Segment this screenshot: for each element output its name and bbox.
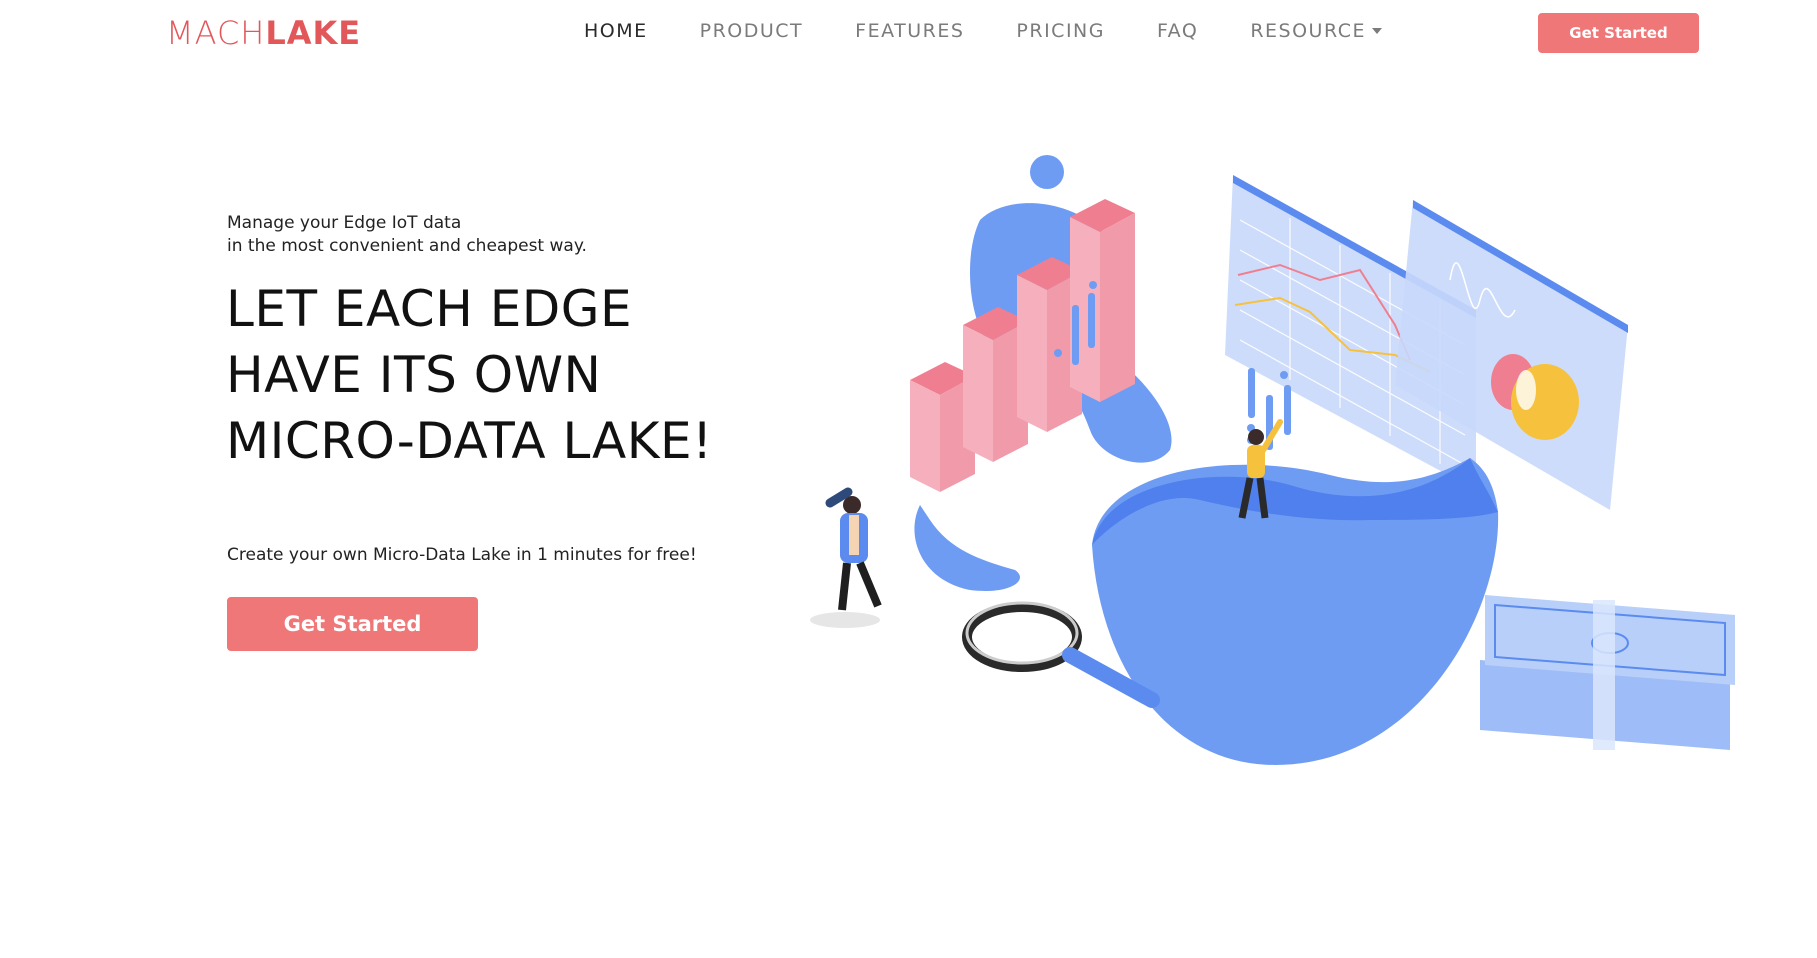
brand-logo[interactable]: MACH LAKE: [166, 14, 361, 52]
hero-cta-text: Create your own Micro-Data Lake in 1 min…: [227, 545, 697, 565]
nav-item-resource-label: RESOURCE: [1250, 20, 1366, 42]
data-lake-illustration: [810, 155, 1735, 765]
nav-item-home[interactable]: HOME: [584, 20, 648, 42]
lake-bowl: [1092, 458, 1499, 765]
hero-subtitle-line1: Manage your Edge IoT data: [227, 213, 462, 233]
get-started-nav-button[interactable]: Get Started: [1538, 13, 1699, 53]
hero-subtitle-line2: in the most convenient and cheapest way.: [227, 236, 587, 256]
blue-blob-left: [914, 505, 1020, 591]
navbar: MACH LAKE HOME PRODUCT FEATURES PRICING …: [0, 0, 1817, 66]
nav-item-faq[interactable]: FAQ: [1157, 20, 1198, 42]
logo-text-mach: MACH: [166, 14, 266, 52]
nav-item-pricing[interactable]: PRICING: [1016, 20, 1105, 42]
nav-item-features[interactable]: FEATURES: [855, 20, 964, 42]
hero-title-line3: MICRO-DATA LAKE!: [226, 412, 713, 470]
nav-item-resource[interactable]: RESOURCE: [1250, 20, 1382, 42]
chevron-down-icon: [1371, 28, 1382, 34]
hero-title-line1: LET EACH EDGE: [226, 280, 633, 338]
hero-title-line2: HAVE ITS OWN: [226, 346, 602, 404]
nav-links: HOME PRODUCT FEATURES PRICING FAQ RESOUR…: [584, 20, 1434, 42]
hero-subtitle: Manage your Edge IoT data in the most co…: [227, 212, 727, 258]
nav-item-product[interactable]: PRODUCT: [700, 20, 804, 42]
get-started-hero-button[interactable]: Get Started: [227, 597, 478, 651]
person-with-telescope: [810, 487, 882, 628]
logo-text-lake: LAKE: [265, 14, 362, 52]
money-stack: [1480, 595, 1735, 750]
hero-title: LET EACH EDGE HAVE ITS OWN MICRO-DATA LA…: [226, 276, 786, 474]
floating-dot: [1030, 155, 1064, 189]
